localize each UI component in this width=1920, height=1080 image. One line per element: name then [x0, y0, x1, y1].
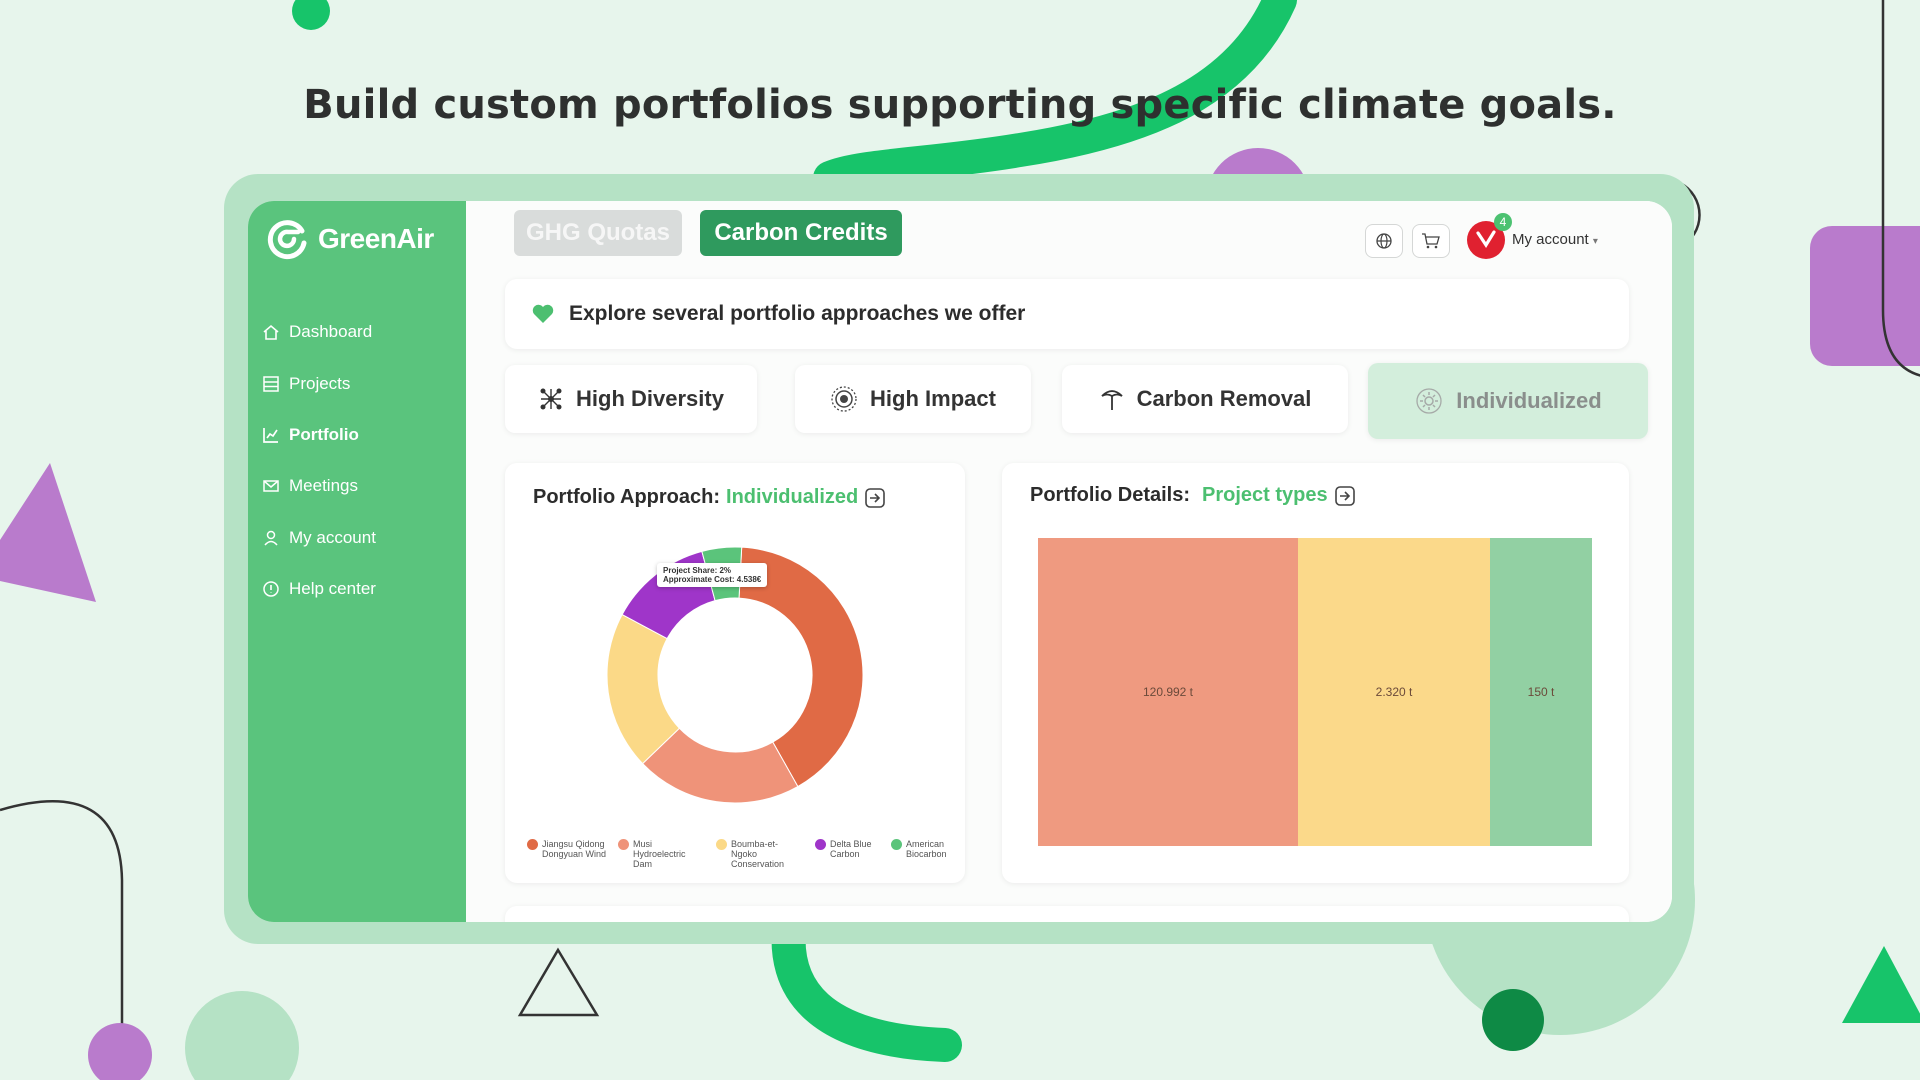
legend-label: American Biocarbon — [906, 839, 947, 859]
project-types-chart: 120.992 t 2.320 t 150 t — [1038, 538, 1592, 846]
sidebar-item-label: My account — [289, 528, 376, 547]
network-icon — [540, 388, 562, 410]
legend-item: American Biocarbon — [891, 839, 961, 859]
legend-item: Musi Hydroelectric Dam — [618, 839, 706, 869]
approach-card-title: Portfolio Approach: Individualized — [533, 486, 886, 509]
approach-high-diversity-button[interactable]: High Diversity — [505, 365, 757, 433]
target-icon — [831, 386, 857, 412]
legend-label: Musi Hydroelectric Dam — [633, 839, 686, 869]
details-card-title: Portfolio Details: Project types — [1030, 484, 1356, 507]
main-content: GHG Quotas Carbon Credits 4 My account ▾… — [466, 201, 1672, 922]
sidebar-item-my-account[interactable]: My account — [262, 528, 376, 548]
legend-label: Jiangsu Qidong Dongyuan Wind — [542, 839, 607, 859]
sidebar-item-label: Help center — [289, 579, 376, 598]
account-menu[interactable]: My account ▾ — [1512, 231, 1598, 248]
legend-swatch — [891, 839, 902, 850]
mail-icon — [263, 480, 279, 492]
legend-swatch — [527, 839, 538, 850]
legend-item: Delta Blue Carbon — [815, 839, 903, 859]
language-button[interactable] — [1365, 224, 1403, 258]
legend-item: Jiangsu Qidong Dongyuan Wind — [527, 839, 615, 859]
tree-icon — [1100, 390, 1123, 410]
approach-title-value: Individualized — [726, 486, 859, 508]
approach-high-impact-button[interactable]: High Impact — [795, 365, 1031, 433]
info-icon — [263, 581, 279, 597]
sidebar-item-projects[interactable]: Projects — [262, 374, 350, 394]
chevron-down-icon: ▾ — [1592, 236, 1598, 247]
app-name: GreenAir — [318, 223, 434, 254]
sidebar-item-dashboard[interactable]: Dashboard — [262, 322, 372, 342]
legend-swatch — [618, 839, 629, 850]
arrow-right-box-icon[interactable] — [864, 487, 886, 509]
explore-banner: Explore several portfolio approaches we … — [505, 279, 1629, 349]
sidebar-item-label: Portfolio — [289, 425, 359, 444]
sidebar-item-portfolio[interactable]: Portfolio — [262, 425, 359, 445]
globe-icon — [1376, 233, 1392, 249]
sidebar-item-label: Dashboard — [289, 322, 373, 341]
approach-title-label: Portfolio Approach: — [533, 486, 721, 508]
sidebar-item-meetings[interactable]: Meetings — [262, 476, 358, 496]
approach-individualized-button[interactable]: Individualized — [1368, 363, 1648, 439]
tooltip-cost: Approximate Cost: 4.538€ — [663, 575, 762, 584]
details-title-label: Portfolio Details: — [1030, 484, 1191, 506]
legend-swatch — [815, 839, 826, 850]
tab-ghg-quotas[interactable]: GHG Quotas — [514, 210, 682, 256]
account-label: My account — [1512, 231, 1589, 248]
portfolio-approach-card: Portfolio Approach: Individualized Proje… — [505, 463, 965, 883]
cart-button[interactable] — [1412, 224, 1450, 258]
approach-carbon-removal-button[interactable]: Carbon Removal — [1062, 365, 1348, 433]
next-card-edge — [505, 906, 1629, 922]
tab-carbon-credits[interactable]: Carbon Credits — [700, 210, 902, 256]
sidebar-item-help-center[interactable]: Help center — [262, 579, 376, 599]
user-logo-icon — [1476, 230, 1496, 248]
project-type-block[interactable]: 2.320 t — [1298, 538, 1490, 846]
project-type-block[interactable]: 120.992 t — [1038, 538, 1298, 846]
approach-label: High Diversity — [576, 386, 724, 411]
cart-icon — [1422, 233, 1440, 249]
page-headline: Build custom portfolios supporting speci… — [303, 82, 1617, 128]
project-type-block[interactable]: 150 t — [1490, 538, 1592, 846]
sidebar-item-label: Meetings — [289, 476, 358, 495]
approach-label: Carbon Removal — [1136, 386, 1312, 411]
arrow-right-box-icon[interactable] — [1334, 485, 1356, 507]
heart-icon — [532, 304, 554, 323]
approach-label: High Impact — [870, 386, 996, 411]
sidebar-item-label: Projects — [289, 374, 351, 393]
block-value-label: 150 t — [1527, 685, 1555, 699]
legend-label: Boumba-et-Ngoko Conservation — [731, 839, 785, 869]
explore-text: Explore several portfolio approaches we … — [569, 302, 1026, 325]
logo-icon — [267, 220, 307, 260]
chart-icon — [263, 428, 278, 443]
list-icon — [263, 376, 279, 392]
notification-badge: 4 — [1494, 213, 1512, 231]
app-logo[interactable]: GreenAir — [266, 217, 434, 261]
block-value-label: 2.320 t — [1375, 685, 1413, 699]
legend-item: Boumba-et-Ngoko Conservation — [716, 839, 804, 869]
legend-swatch — [716, 839, 727, 850]
approach-label: Individualized — [1456, 388, 1602, 413]
home-icon — [263, 324, 279, 340]
portfolio-details-card: Portfolio Details: Project types 120.992… — [1002, 463, 1629, 883]
details-title-value: Project types — [1202, 484, 1328, 506]
sidebar: GreenAir Dashboard Projects Portfolio Me… — [248, 201, 466, 922]
user-icon — [264, 530, 278, 546]
app-window: GreenAir Dashboard Projects Portfolio Me… — [248, 201, 1672, 922]
sun-icon — [1416, 388, 1442, 414]
chart-tooltip: Project Share: 2% Approximate Cost: 4.53… — [657, 563, 768, 587]
tooltip-share: Project Share: 2% — [663, 566, 732, 575]
block-value-label: 120.992 t — [1142, 685, 1194, 699]
